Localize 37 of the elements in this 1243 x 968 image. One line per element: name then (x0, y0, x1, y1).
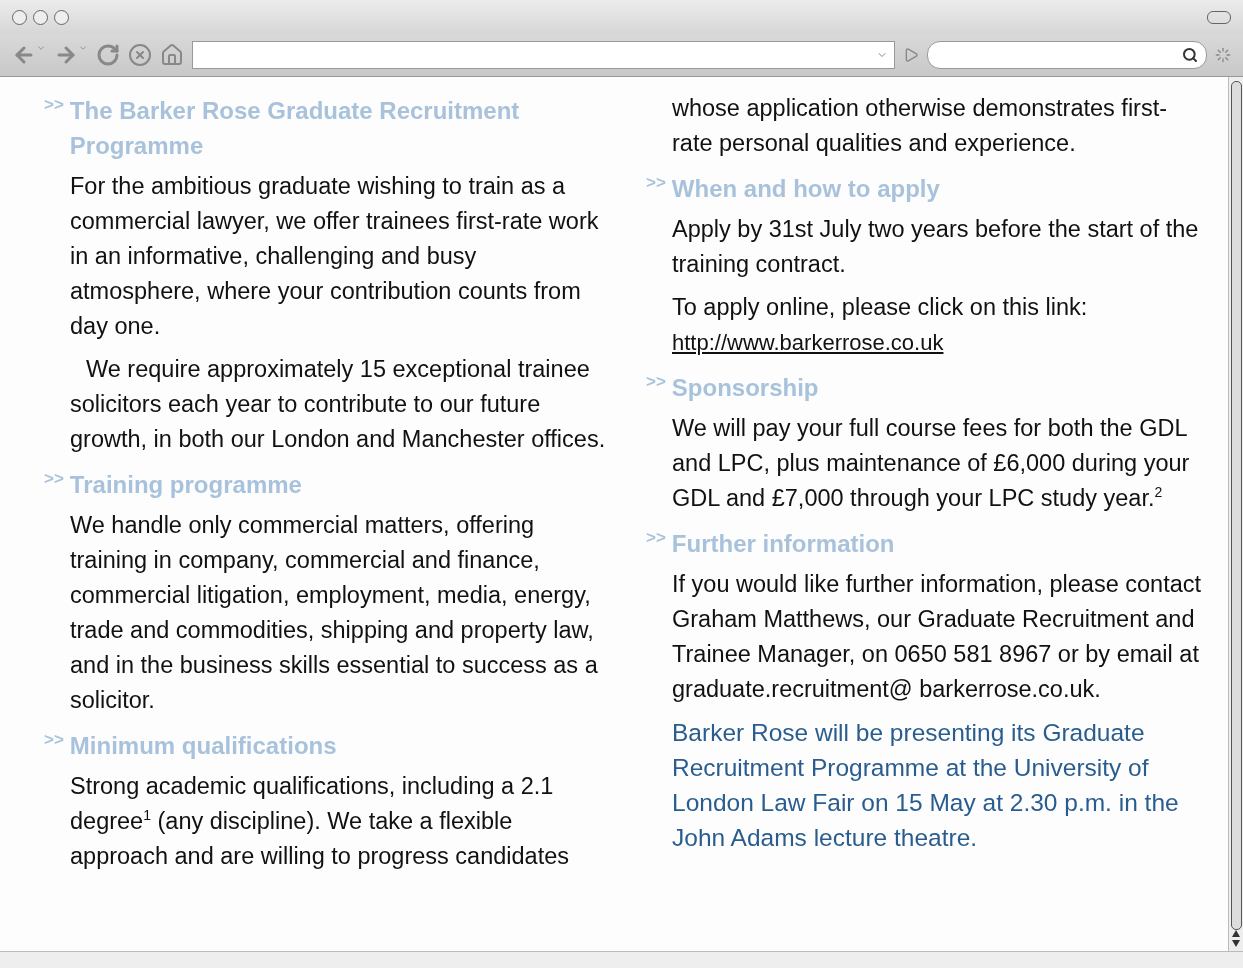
paragraph: For the ambitious graduate wishing to train as a commercial lawyer, we offer trainees first-rate work in an informative, challenging and busy atmosphere, where your contribution counts from day one. (70, 172, 600, 341)
section-heading: Minimum qualifications (69, 731, 337, 761)
minimize-button[interactable] (33, 9, 48, 25)
zoom-button[interactable] (54, 9, 69, 25)
bullet-marker: >> (44, 729, 64, 751)
paragraph: To apply online, please click on this link: (672, 293, 1089, 322)
paragraph: Apply by 31st July two years before the start of the training contract. (672, 215, 1200, 279)
search-field[interactable] (927, 41, 1207, 69)
section-heading: When and how to apply (671, 174, 940, 204)
section-heading: Further information (671, 529, 895, 559)
scroll-down-icon[interactable] (1232, 940, 1240, 947)
event-notice: Barker Rose will be presenting its Graduate Recruitment Programme at the University of London Law Fair on 15 May at 2.30 p.m. in the John Adams lecture theatre. (672, 718, 1180, 853)
paragraph: whose application otherwise demonstrates first-rate personal qualities and experience. (672, 94, 1169, 158)
bullet-marker: >> (44, 94, 64, 116)
toolbar-toggle-button[interactable] (1207, 10, 1231, 24)
scrollbar[interactable] (1228, 77, 1243, 951)
paragraph: We will pay your full course fees for both the GDL and LPC, plus maintenance of £6,000 during your GDL and £7,000 through your LPC study year.$^{2}$ (672, 414, 1191, 513)
search-icon[interactable] (1182, 47, 1198, 63)
close-button[interactable] (12, 9, 27, 25)
section-heading: The Barker Rose Graduate Recruitment Programme (69, 96, 521, 161)
address-field[interactable] (192, 41, 895, 69)
loading-icon (1215, 47, 1231, 63)
bullet-marker: >> (44, 468, 64, 490)
paragraph: We handle only commercial matters, offering training in company, commercial and finance, commercial litigation, employment, media, energy, trade and commodities, shipping and property law, and in the business skills essential to success as a solicitor. (70, 511, 599, 715)
paragraph: Strong academic qualifications, including a 2.1 degree$^{1}$ (any discipline). We take a flexible approach and are willing to progress candidates (70, 772, 571, 871)
paragraph: We require approximately 15 exceptional trainee solicitors each year to contribute to our future growth, in both our London and Manchester offices. (70, 355, 606, 454)
section-heading: Sponsorship (671, 373, 819, 403)
website-link[interactable]: http://www.barkerrose.co.uk (672, 325, 944, 360)
home-icon[interactable] (160, 43, 184, 67)
reload-icon[interactable] (96, 43, 120, 67)
go-icon[interactable] (903, 47, 919, 63)
bullet-marker: >> (646, 172, 666, 194)
paragraph: If you would like further information, please contact Graham Matthews, our Graduate Recruitment and Trainee Manager, on 0650 581 8967 or by email at graduate.recruitment@ barkerrose.co.uk. (672, 570, 1203, 704)
bullet-marker: >> (646, 371, 666, 393)
stop-icon[interactable] (128, 43, 152, 67)
bullet-marker: >> (646, 527, 666, 549)
section-heading: Training programme (69, 470, 302, 500)
